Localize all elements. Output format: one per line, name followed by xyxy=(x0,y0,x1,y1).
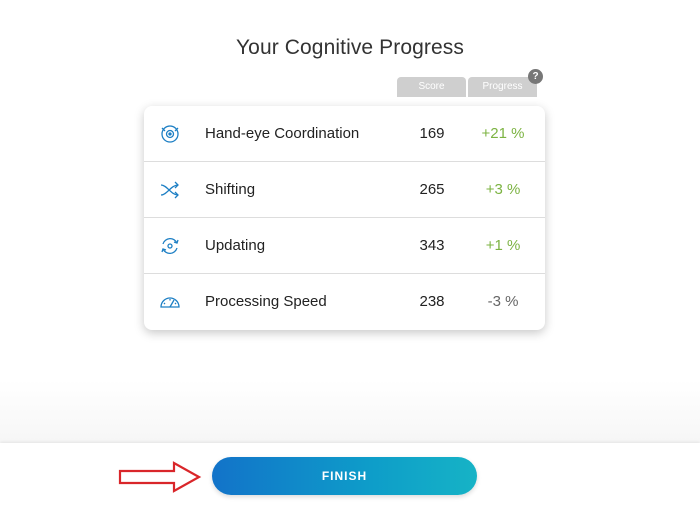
score-row-updating: Updating 343 +1 % xyxy=(144,218,545,274)
main-area: Your Cognitive Progress Score Progress ?… xyxy=(0,0,700,443)
score-row-processing-speed: Processing Speed 238 -3 % xyxy=(144,274,545,330)
score-column-header: Score xyxy=(397,77,466,97)
progress-column-header: Progress xyxy=(468,77,537,97)
row-label: Processing Speed xyxy=(205,293,327,310)
row-label: Hand-eye Coordination xyxy=(205,125,360,142)
row-label: Updating xyxy=(205,237,266,254)
row-score: 169 xyxy=(419,125,445,142)
score-card: Hand-eye Coordination 169 +21 % Shifting… xyxy=(144,106,545,330)
row-score: 238 xyxy=(419,293,445,310)
score-row-hand-eye: Hand-eye Coordination 169 +21 % xyxy=(144,106,545,162)
row-score: 343 xyxy=(419,237,445,254)
row-progress: +21 % xyxy=(481,125,525,142)
target-eye-icon xyxy=(161,125,179,143)
refresh-cycle-icon xyxy=(161,238,179,254)
score-row-shifting: Shifting 265 +3 % xyxy=(144,162,545,218)
page-title: Your Cognitive Progress xyxy=(236,36,464,59)
row-progress: -3 % xyxy=(487,293,519,310)
row-progress: +3 % xyxy=(485,181,521,198)
shuffle-icon xyxy=(160,181,179,199)
speedometer-icon xyxy=(160,297,180,308)
finish-button[interactable]: FINISH xyxy=(212,457,477,495)
row-progress: +1 % xyxy=(485,237,521,254)
help-icon[interactable]: ? xyxy=(528,69,543,84)
row-label: Shifting xyxy=(205,181,256,198)
row-score: 265 xyxy=(419,181,445,198)
red-arrow-icon xyxy=(118,461,202,493)
